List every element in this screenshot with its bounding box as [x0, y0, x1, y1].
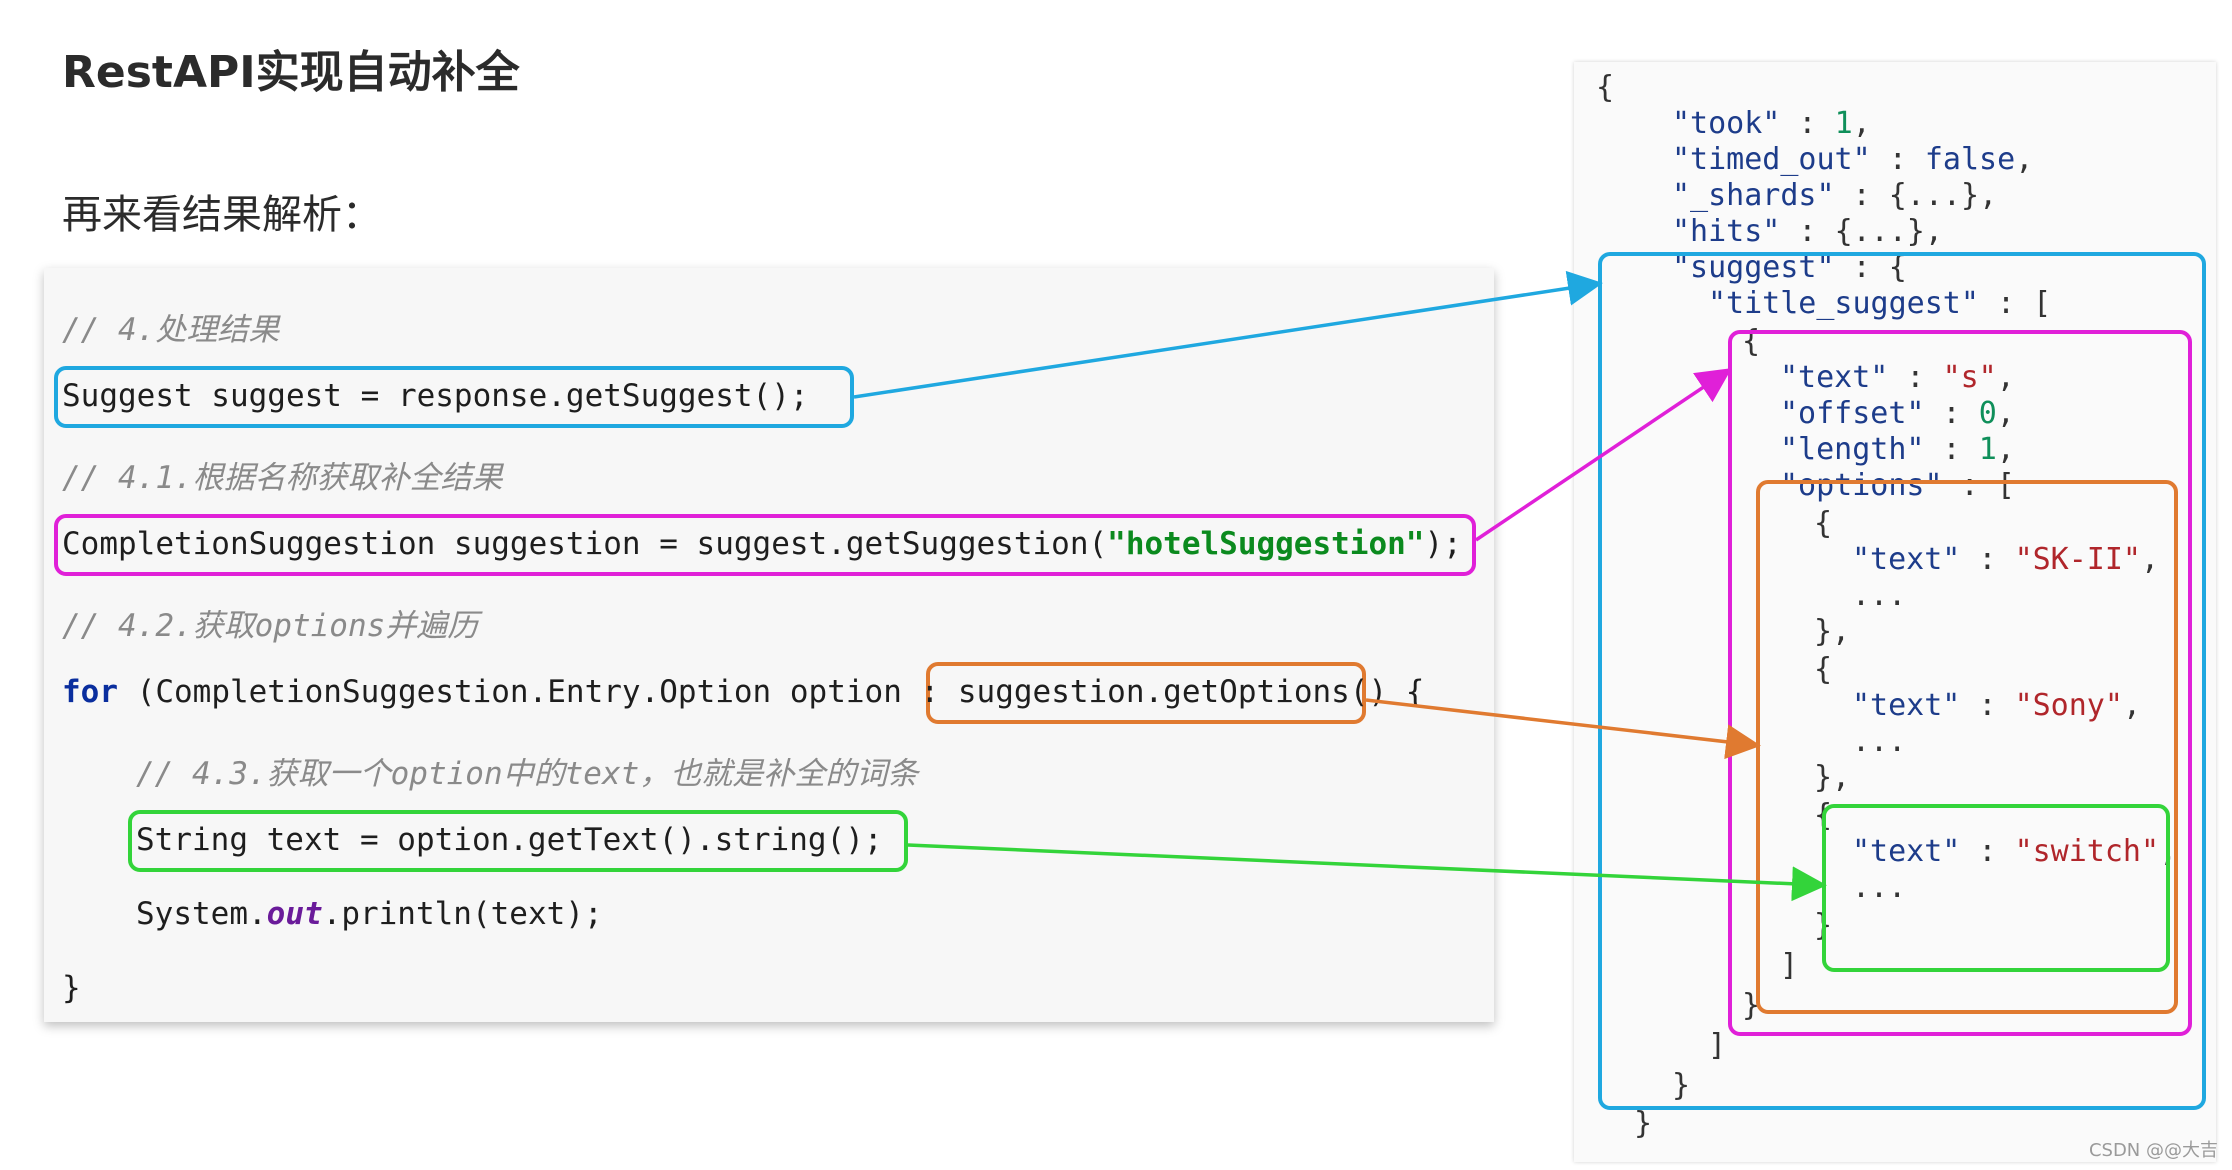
json-shards: "_shards" : {...},	[1672, 178, 1998, 213]
code-closing-brace: }	[62, 970, 81, 1006]
json-took-key: "took"	[1672, 106, 1781, 141]
code-string-hotel-suggestion: "hotelSuggestion"	[1107, 526, 1425, 562]
json-hits-value: {...}	[1834, 214, 1925, 249]
json-close-brace: }	[1634, 1106, 1653, 1141]
code-comment-process-result: // 4.处理结果	[62, 312, 280, 348]
json-open-brace: {	[1596, 70, 1615, 105]
json-hits-key: "hits"	[1672, 214, 1781, 249]
json-timed-out-key: "timed_out"	[1672, 142, 1871, 177]
code-line-println: System.out.println(text);	[136, 896, 603, 932]
code-line-get-suggest: Suggest suggest = response.getSuggest();	[62, 378, 809, 414]
code-completion-prefix: CompletionSuggestion suggestion = sugges…	[62, 526, 1108, 562]
code-comment-get-completion: // 4.1.根据名称获取补全结果	[62, 460, 503, 496]
code-comment-iterate-options: // 4.2.获取options并遍历	[62, 608, 479, 644]
page-title: RestAPI实现自动补全	[62, 47, 520, 98]
code-completion-suffix: );	[1424, 526, 1462, 562]
code-for-keyword: for	[62, 674, 118, 710]
json-took: "took" : 1,	[1672, 106, 1871, 141]
code-for-declaration: (CompletionSuggestion.Entry.Option optio…	[118, 674, 958, 710]
code-println-prefix: System.	[136, 896, 267, 932]
json-hits: "hits" : {...},	[1672, 214, 1943, 249]
json-highlight-option-text	[1822, 804, 2170, 972]
watermark: CSDN @@大吉	[2088, 1140, 2218, 1161]
code-line-get-suggestion: CompletionSuggestion suggestion = sugges…	[62, 526, 1462, 562]
code-for-iterable: suggestion.getOptions()	[957, 674, 1388, 710]
code-panel: // 4.处理结果 Suggest suggest = response.get…	[44, 268, 1494, 1022]
json-shards-value: {...}	[1888, 178, 1980, 213]
json-shards-key: "_shards"	[1672, 178, 1835, 213]
code-comment-get-text: // 4.3.获取一个option中的text，也就是补全的词条	[136, 756, 919, 792]
code-for-open-brace: {	[1387, 674, 1425, 710]
json-timed-out: "timed_out" : false,	[1672, 142, 2034, 177]
code-println-suffix: .println(text);	[322, 896, 603, 932]
code-line-for-loop: for (CompletionSuggestion.Entry.Option o…	[62, 674, 1424, 710]
page-subtitle: 再来看结果解析：	[62, 192, 382, 238]
code-println-field: out	[266, 896, 323, 932]
json-timed-out-value: false	[1924, 142, 2016, 177]
json-took-value: 1	[1834, 106, 1853, 141]
code-line-get-text: String text = option.getText().string();	[136, 822, 883, 858]
